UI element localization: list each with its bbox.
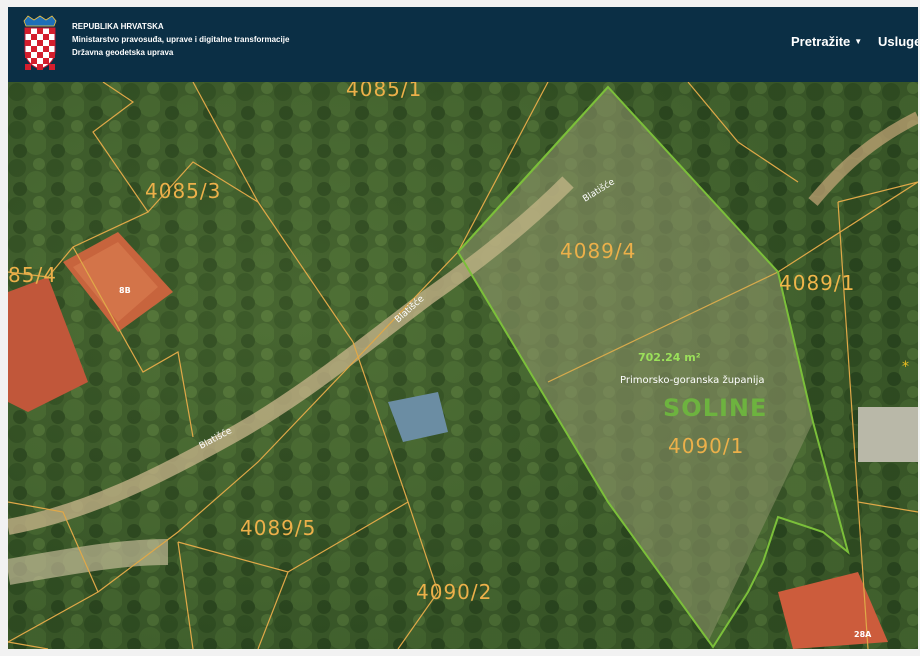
parcel-label[interactable]: 4089/1 [779, 271, 855, 295]
poi-star-icon[interactable]: * [902, 359, 909, 375]
org-line-3: Državna geodetska uprava [72, 48, 174, 57]
area-measurement: 702.24 m² [638, 351, 701, 364]
chevron-down-icon: ▼ [854, 37, 863, 46]
nav-search-menu[interactable]: Pretražite ▼ [791, 34, 862, 49]
org-line-1: REPUBLIKA HRVATSKA [72, 22, 164, 31]
nav-search-label: Pretražite [791, 34, 851, 49]
parcel-label[interactable]: 85/4 [8, 263, 57, 287]
parcel-label[interactable]: 4085/1 [346, 82, 422, 101]
house-number: 28A [854, 630, 872, 639]
cadastral-map[interactable]: 4085/1 4085/3 85/4 4089/4 4089/1 4090/1 … [8, 82, 918, 649]
house-number: 8B [119, 286, 131, 295]
nav-services-label: Usluge [878, 34, 918, 49]
parcel-label[interactable]: 4089/4 [560, 239, 636, 263]
parcel-label[interactable]: 4090/1 [668, 434, 744, 458]
nav-services-menu[interactable]: Usluge▼ [878, 34, 918, 49]
parcel-label[interactable]: 4089/5 [240, 516, 316, 540]
organization-name[interactable]: REPUBLIKA HRVATSKA Ministarstvo pravosuđ… [72, 20, 289, 59]
municipality-label: SOLINE [663, 394, 767, 422]
site-header: REPUBLIKA HRVATSKA Ministarstvo pravosuđ… [8, 7, 918, 82]
county-label: Primorsko-goranska županija [620, 374, 765, 386]
croatia-coat-of-arms-icon[interactable] [20, 15, 60, 71]
app-frame: REPUBLIKA HRVATSKA Ministarstvo pravosuđ… [8, 7, 918, 649]
org-line-2: Ministarstvo pravosuđa, uprave i digital… [72, 35, 290, 44]
parcel-label[interactable]: 4085/3 [145, 179, 221, 203]
parcel-label[interactable]: 4090/2 [416, 580, 492, 604]
